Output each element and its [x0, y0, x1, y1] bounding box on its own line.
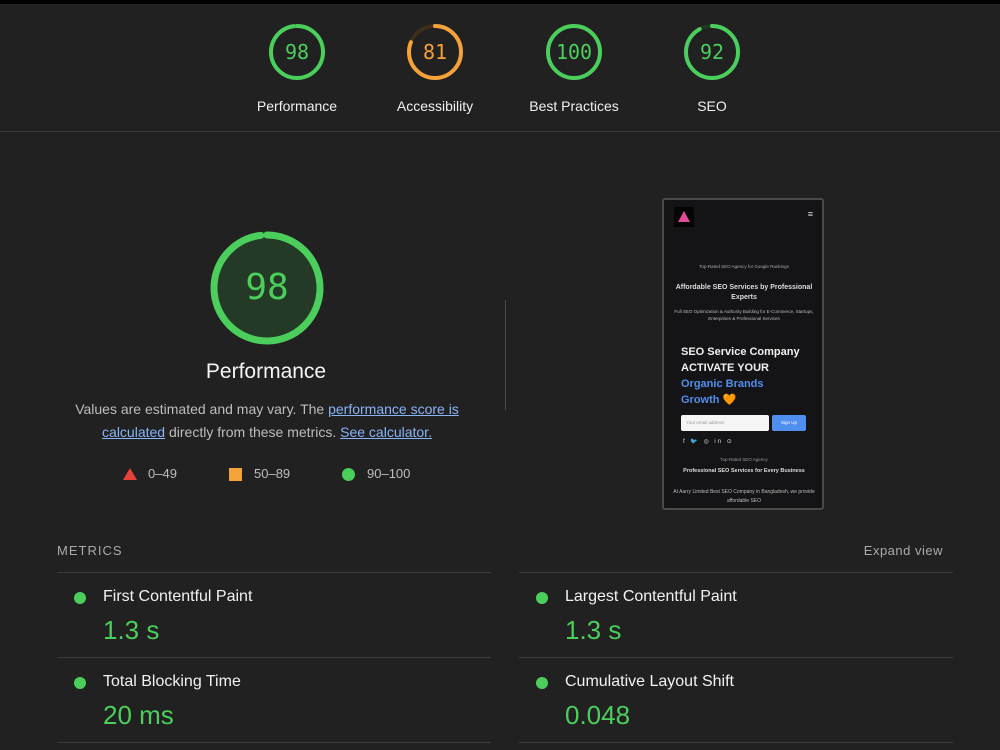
metric-name: Largest Contentful Paint	[565, 588, 737, 605]
gauge-performance[interactable]: 98 Performance	[227, 22, 367, 114]
pass-circle-icon	[74, 592, 86, 604]
site-hero-text: SEO Service Company ACTIVATE YOUR Organi…	[681, 344, 821, 408]
metric-value: 20 ms	[103, 700, 174, 730]
metric-lcp: Largest Contentful Paint 1.3 s	[519, 573, 949, 657]
divider	[57, 742, 491, 743]
site-subheading: Full SEO Optimization & Authority Buildi…	[674, 309, 814, 321]
performance-score: 98	[245, 267, 289, 308]
gauge-label: Best Practices	[529, 98, 619, 114]
circle-icon	[342, 468, 355, 481]
triangle-icon	[123, 468, 137, 480]
hero-line: ACTIVATE YOUR	[681, 362, 770, 374]
divider	[505, 300, 506, 410]
pass-circle-icon	[536, 677, 548, 689]
metric-cls: Cumulative Layout Shift 0.048	[519, 658, 949, 742]
gauge-label: SEO	[697, 98, 727, 114]
site-heading-2: Professional SEO Services for Every Busi…	[683, 468, 805, 474]
gauge-seo[interactable]: 92 SEO	[642, 22, 782, 114]
pass-circle-icon	[536, 592, 548, 604]
social-icons: f 🐦 ◎ in ⊙	[683, 439, 734, 445]
site-body-text: At Aarry Limited Best SEO Company in Ban…	[673, 489, 815, 504]
gauge-score: 100	[555, 40, 593, 64]
performance-description: Values are estimated and may vary. The p…	[60, 398, 474, 444]
gauge-score: 92	[699, 40, 725, 64]
site-signup-button: Sign Up	[772, 415, 806, 431]
gauge-label: Performance	[256, 98, 338, 114]
legend-average: 50–89	[229, 466, 290, 482]
site-tagline-2: Top-Rated SEO Agency	[720, 457, 768, 462]
legend-range: 0–49	[148, 466, 177, 481]
square-icon	[229, 468, 242, 481]
gauge-score: 98	[284, 40, 310, 64]
gauge-accessibility[interactable]: 81 Accessibility	[365, 22, 505, 114]
divider	[519, 742, 953, 743]
score-legend: 0–49 50–89 90–100	[0, 466, 530, 484]
site-email-input: Your email address	[681, 415, 769, 431]
hero-line: SEO Service Company	[681, 346, 800, 358]
metric-value: 0.048	[565, 700, 631, 730]
legend-fail: 0–49	[123, 466, 177, 482]
metric-value: 1.3 s	[565, 615, 622, 645]
site-tagline: Top-Rated SEO Agency for Google Rankings	[699, 264, 789, 269]
metric-name: Total Blocking Time	[103, 673, 241, 690]
site-heading: Affordable SEO Services by Professional …	[675, 284, 813, 301]
gauge-score: 81	[422, 40, 448, 64]
score-gauges: 98 Performance 81 Accessibility 100 Best…	[0, 4, 1000, 132]
legend-range: 50–89	[254, 466, 291, 481]
performance-gauge: 98	[209, 230, 325, 346]
expand-view-button[interactable]: Expand view	[864, 543, 943, 558]
hero-line: Growth 🧡	[681, 394, 737, 406]
gauge-label: Accessibility	[396, 98, 474, 114]
pass-circle-icon	[74, 677, 86, 689]
desc-text: directly from these metrics.	[165, 424, 341, 440]
metric-name: First Contentful Paint	[103, 588, 253, 605]
site-logo	[674, 207, 694, 227]
legend-pass: 90–100	[342, 466, 410, 482]
gauge-best-practices[interactable]: 100 Best Practices	[504, 22, 644, 114]
performance-title: Performance	[205, 360, 327, 383]
metrics-header: METRICS	[57, 543, 123, 558]
final-screenshot[interactable]: ≡ Top-Rated SEO Agency for Google Rankin…	[662, 198, 824, 510]
hamburger-menu-icon: ≡	[807, 209, 813, 219]
metric-value: 1.3 s	[103, 615, 160, 645]
metric-name: Cumulative Layout Shift	[565, 673, 734, 690]
desc-text: Values are estimated and may vary. The	[75, 401, 329, 417]
see-calculator-link[interactable]: See calculator.	[340, 424, 432, 440]
metric-fcp: First Contentful Paint 1.3 s	[57, 573, 487, 657]
legend-range: 90–100	[367, 466, 411, 481]
metric-tbt: Total Blocking Time 20 ms	[57, 658, 487, 742]
hero-line: Organic Brands	[681, 378, 764, 390]
